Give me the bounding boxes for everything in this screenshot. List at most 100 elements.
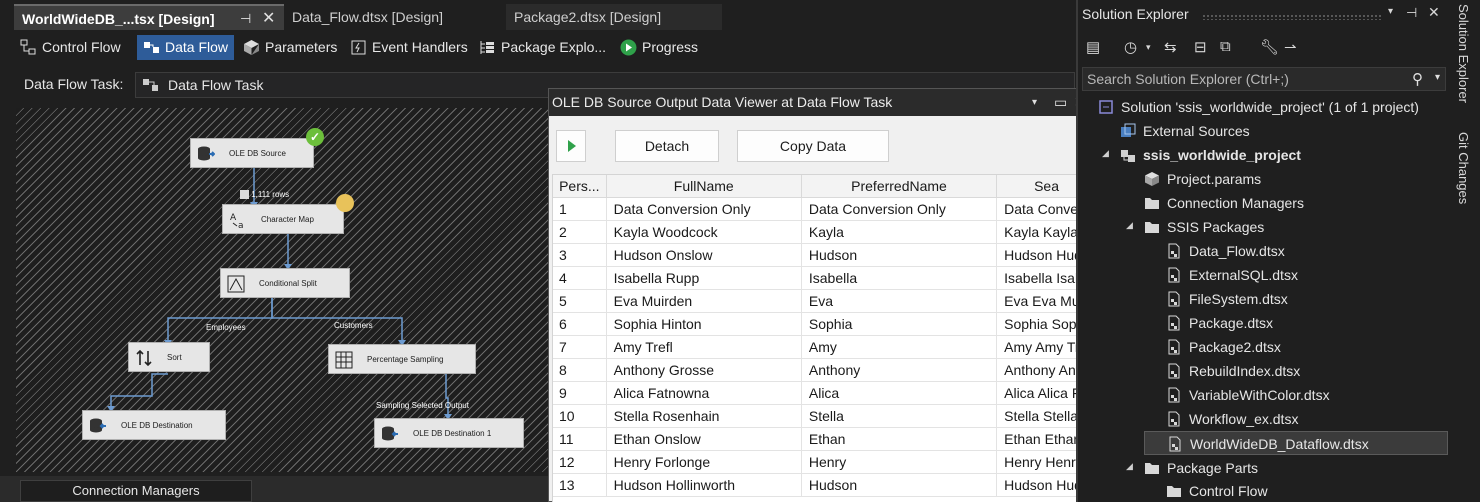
data-viewer-title: OLE DB Source Output Data Viewer at Data…	[552, 94, 893, 110]
maximize-icon[interactable]: ▭	[1054, 89, 1067, 116]
column-header[interactable]: PreferredName	[801, 175, 998, 198]
table-cell: Eva	[801, 289, 998, 313]
tree-node-label: RebuildIndex.dtsx	[1189, 363, 1301, 379]
success-check-icon: ✓	[306, 128, 324, 146]
doc-tab-worldwidedb[interactable]: WorldWideDB_...tsx [Design] ⊣ ✕	[14, 4, 284, 30]
table-row[interactable]: 7 Amy Trefl Amy Amy Amy Tr	[553, 335, 1097, 359]
doc-tab-package2[interactable]: Package2.dtsx [Design]	[506, 4, 722, 30]
warning-star-icon	[336, 194, 354, 212]
data-table: Pers... FullName PreferredName Sea 1 Data…	[553, 175, 1097, 497]
connector-split-employees	[167, 298, 273, 344]
table-cell: Stella	[801, 404, 998, 428]
project-icon	[1121, 150, 1135, 162]
table-row[interactable]: 1 Data Conversion Only Data Conversion Onl…	[553, 197, 1097, 221]
table-row[interactable]: 4 Isabella Rupp Isabella Isabella Isabe	[553, 266, 1097, 290]
package-file-icon	[1168, 411, 1180, 427]
data-viewer-grid[interactable]: Pers... FullName PreferredName Sea 1 Data…	[552, 174, 1097, 502]
search-icon[interactable]: ⚲	[1412, 70, 1423, 88]
row-count-label: 1,111 rows	[240, 190, 289, 200]
detach-button[interactable]: Detach	[615, 130, 719, 162]
tab-progress[interactable]: Progress	[614, 35, 704, 60]
pin-icon[interactable]: ⊣	[240, 6, 251, 32]
component-ole-db-destination-1[interactable]: OLE DB Destination 1	[374, 418, 524, 448]
component-ole-db-destination[interactable]: OLE DB Destination	[82, 410, 226, 440]
data-viewer-titlebar[interactable]: OLE DB Source Output Data Viewer at Data…	[549, 89, 1097, 116]
tab-parameters[interactable]: Parameters	[237, 35, 343, 60]
package-file-icon	[1168, 363, 1180, 379]
table-row[interactable]: 12 Henry Forlonge Henry Henry Henry	[553, 450, 1097, 474]
package-file-icon	[1168, 339, 1180, 355]
component-percentage-sampling[interactable]: Percentage Sampling	[328, 344, 476, 374]
table-row[interactable]: 6 Sophia Hinton Sophia Sophia Soph	[553, 312, 1097, 336]
tree-node-package[interactable]: WorldWideDB_Dataflow.dtsx	[1144, 431, 1448, 455]
table-row[interactable]: 9 Alica Fatnowna Alica Alica Alica Fa	[553, 381, 1097, 405]
package-file-icon	[1168, 291, 1180, 307]
window-menu-icon[interactable]: ▾	[1032, 89, 1037, 116]
sampling-output-label: Sampling Selected Output	[376, 401, 469, 410]
folder-icon	[1167, 486, 1181, 497]
package-file-icon	[1168, 243, 1180, 259]
table-cell: Hudson	[801, 473, 998, 497]
component-character-map[interactable]: Aa Character Map	[222, 204, 344, 234]
data-viewer-window: OLE DB Source Output Data Viewer at Data…	[548, 88, 1097, 502]
copy-data-button[interactable]: Copy Data	[737, 130, 889, 162]
customers-path-label: Customers	[334, 321, 373, 330]
switch-views-icon[interactable]: ▤	[1086, 38, 1100, 56]
table-row[interactable]: 2 Kayla Woodcock Kayla Kayla Kayla W	[553, 220, 1097, 244]
search-placeholder: Search Solution Explorer (Ctrl+;)	[1087, 71, 1289, 87]
table-row[interactable]: 13 Hudson Hollinworth Hudson Hudson Hud	[553, 473, 1097, 497]
document-tab-strip: WorldWideDB_...tsx [Design] ⊣ ✕ Data_Flo…	[0, 0, 1076, 32]
tab-control-flow[interactable]: Control Flow	[14, 35, 127, 60]
side-tab-git-changes[interactable]: Git Changes	[1456, 132, 1471, 204]
table-row[interactable]: 5 Eva Muirden Eva Eva Eva Mui	[553, 289, 1097, 313]
table-row[interactable]: 10 Stella Rosenhain Stella Stella Stella R	[553, 404, 1097, 428]
close-tab-icon[interactable]: ✕	[262, 6, 275, 32]
table-cell: 5	[553, 289, 607, 313]
doc-tab-data-flow[interactable]: Data_Flow.dtsx [Design]	[284, 4, 498, 30]
collapse-all-icon[interactable]: ⊟	[1194, 38, 1207, 56]
tab-data-flow[interactable]: Data Flow	[137, 35, 235, 60]
continue-button[interactable]	[556, 130, 586, 162]
table-row[interactable]: 11 Ethan Onslow Ethan Ethan Ethan	[553, 427, 1097, 451]
table-row[interactable]: 8 Anthony Grosse Anthony Anthony Ant	[553, 358, 1097, 382]
table-cell: Ethan	[801, 427, 998, 451]
component-sort[interactable]: Sort	[128, 342, 210, 372]
table-cell: Eva Muirden	[606, 289, 802, 313]
collapse-arrow-icon[interactable]: ◢	[1102, 148, 1109, 159]
table-cell: Kayla Woodcock	[606, 220, 802, 244]
sync-icon[interactable]: ⇆	[1164, 38, 1177, 56]
connection-managers-tab[interactable]: Connection Managers	[20, 480, 252, 502]
column-header[interactable]: Pers...	[553, 175, 607, 198]
search-options-dropdown-icon[interactable]: ▾	[1435, 72, 1440, 83]
pin-icon[interactable]: ⊣	[1406, 5, 1417, 21]
table-cell: Hudson Onslow	[606, 243, 802, 267]
tab-event-handlers[interactable]: Event Handlers	[344, 35, 474, 60]
history-dropdown-icon[interactable]: ▾	[1146, 42, 1151, 53]
database-destination-icon	[382, 426, 398, 441]
table-cell: Alica Fatnowna	[606, 381, 802, 405]
column-header[interactable]: FullName	[606, 175, 802, 198]
data-flow-canvas[interactable]: OLE DB Source ✓ 1,111 rows Aa Character …	[16, 108, 548, 472]
component-label: OLE DB Destination 1	[413, 429, 492, 438]
show-all-files-icon[interactable]: ⧉	[1220, 38, 1231, 55]
table-row[interactable]: 3 Hudson Onslow Hudson Hudson Hud	[553, 243, 1097, 267]
close-panel-icon[interactable]: ✕	[1428, 4, 1440, 21]
search-solution-explorer-input[interactable]: Search Solution Explorer (Ctrl+;) ⚲ ▾	[1082, 67, 1446, 91]
data-flow-task-icon	[143, 79, 158, 91]
panel-menu-icon[interactable]: ▾	[1388, 6, 1393, 17]
solution-explorer-title: Solution Explorer	[1082, 6, 1189, 22]
data-flow-icon	[144, 42, 159, 53]
preview-icon[interactable]: ⇀	[1284, 38, 1297, 56]
table-cell: Alica	[801, 381, 998, 405]
data-viewer-icon[interactable]	[240, 190, 249, 200]
data-flow-task-value: Data Flow Task	[168, 77, 264, 93]
collapse-arrow-icon[interactable]: ◢	[1126, 461, 1133, 472]
properties-wrench-icon[interactable]: 🔧︎	[1260, 38, 1279, 56]
component-ole-db-source[interactable]: OLE DB Source	[190, 138, 314, 168]
collapse-arrow-icon[interactable]: ◢	[1126, 220, 1133, 231]
history-icon[interactable]: ◷	[1124, 38, 1137, 56]
side-tab-solution-explorer[interactable]: Solution Explorer	[1456, 4, 1471, 103]
tab-package-explorer[interactable]: Package Explo...	[473, 35, 612, 60]
component-conditional-split[interactable]: Conditional Split	[220, 268, 350, 298]
doc-tab-label: WorldWideDB_...tsx [Design]	[22, 11, 215, 27]
